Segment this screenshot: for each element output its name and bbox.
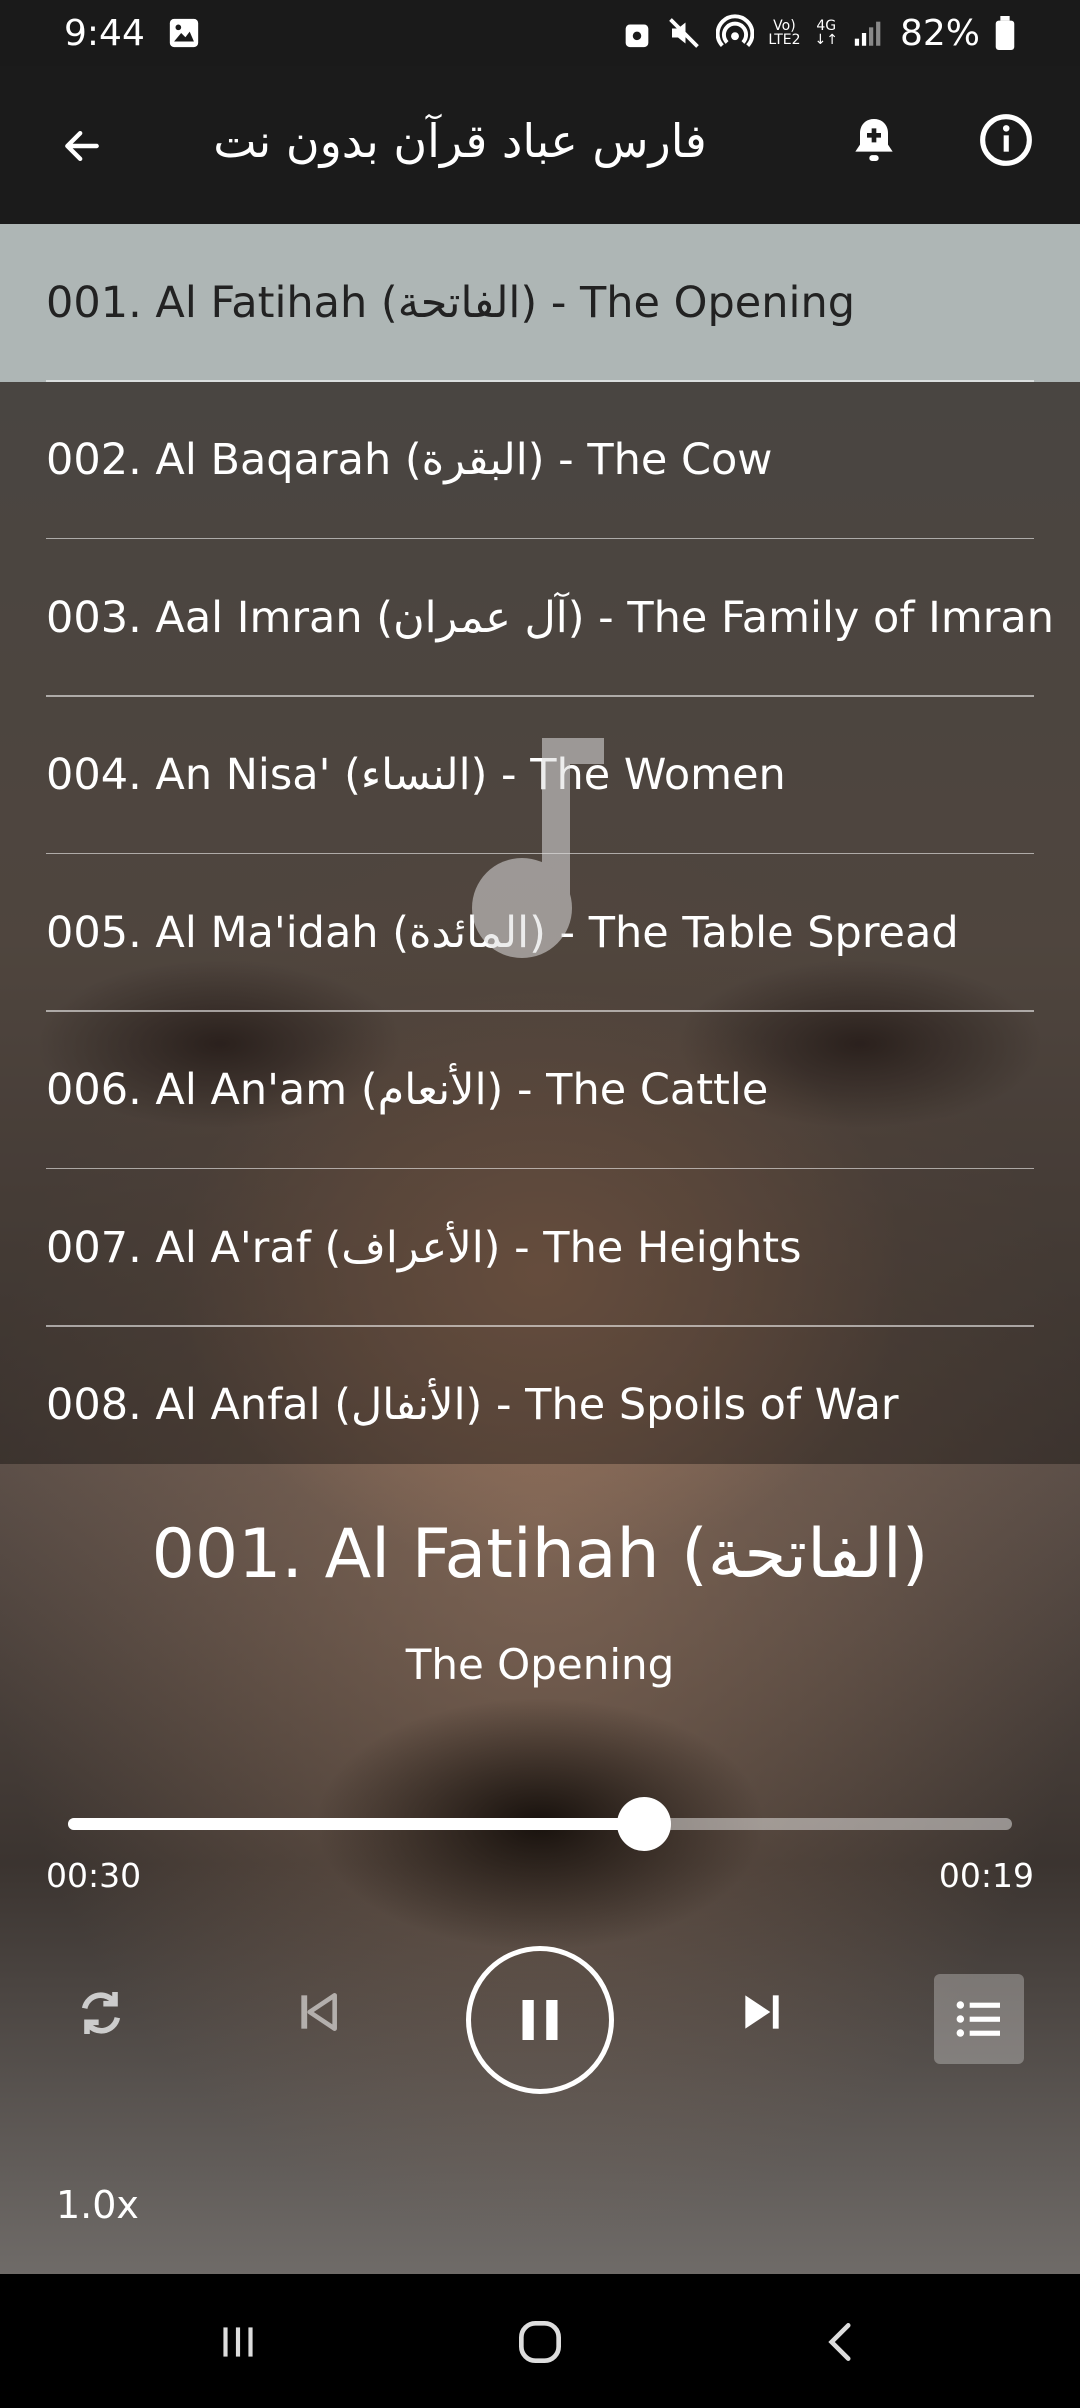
bell-plus-icon (855, 119, 893, 161)
track-label: 006. Al An'am (الأنعام) - The Cattle (46, 1065, 769, 1116)
battery-percent: 82% (899, 12, 980, 54)
signal-icon (852, 18, 886, 48)
battery-icon (994, 16, 1016, 50)
arrow-left-icon (65, 130, 99, 162)
track-item[interactable]: 001. Al Fatihah (الفاتحة) - The Opening (0, 224, 1080, 382)
back-button[interactable] (50, 114, 114, 178)
playback-speed-button[interactable]: 1.0x (56, 2183, 139, 2227)
track-label: 008. Al Anfal (الأنفال) - The Spoils of … (46, 1380, 899, 1431)
repeat-button[interactable] (66, 1978, 136, 2048)
skip-next-icon (745, 1995, 779, 2029)
info-icon (980, 114, 1032, 166)
track-item[interactable]: 003. Aal Imran (آل عمران) - The Family o… (0, 539, 1080, 697)
remaining-time: 00:19 (938, 1856, 1034, 1895)
list-icon (956, 2001, 1000, 2037)
track-item[interactable]: 006. Al An'am (الأنعام) - The Cattle (0, 1012, 1080, 1169)
page-title: فارس عباد قرآن بدون نت (213, 114, 707, 168)
recent-apps-button[interactable] (198, 2312, 278, 2372)
info-button[interactable] (978, 112, 1042, 176)
hotspot-icon (716, 14, 755, 52)
home-button[interactable] (500, 2312, 580, 2372)
volte-indicator: Vo) LTE2 (768, 19, 800, 47)
track-label: 003. Aal Imran (آل عمران) - The Family o… (46, 592, 1054, 643)
track-item[interactable]: 005. Al Ma'idah (المائدة) - The Table Sp… (0, 854, 1080, 1012)
seek-thumb[interactable] (616, 1797, 671, 1851)
playlist-button[interactable] (934, 1974, 1024, 2064)
chevron-left-icon (828, 2323, 851, 2361)
notification-button[interactable] (846, 112, 910, 176)
track-item[interactable]: 007. Al A'raf (الأعراف) - The Heights (0, 1169, 1080, 1327)
nav-back-button[interactable] (802, 2312, 882, 2372)
track-label: 004. An Nisa' (النساء) - The Women (46, 750, 786, 801)
recent-apps-icon (223, 2327, 253, 2357)
track-label: 001. Al Fatihah (الفاتحة) - The Opening (46, 277, 855, 328)
seek-progress (68, 1818, 644, 1830)
elapsed-time: 00:30 (46, 1856, 142, 1895)
gallery-icon (167, 16, 201, 50)
track-label: 007. Al A'raf (الأعراف) - The Heights (46, 1222, 802, 1273)
pause-icon (522, 2000, 558, 2040)
data-4g-indicator: 4G ↓↑ (814, 18, 838, 48)
app-bar: فارس عباد قرآن بدون نت (0, 66, 1080, 224)
status-time: 9:44 (64, 12, 145, 54)
system-nav-bar (0, 2274, 1080, 2408)
next-button[interactable] (730, 1980, 794, 2044)
track-item[interactable]: 004. An Nisa' (النساء) - The Women (0, 697, 1080, 854)
track-item[interactable]: 008. Al Anfal (الأنفال) - The Spoils of … (0, 1327, 1080, 1485)
track-item[interactable]: 002. Al Baqarah (البقرة) - The Cow (0, 382, 1080, 539)
previous-button[interactable] (286, 1980, 350, 2044)
pause-button[interactable] (466, 1946, 614, 2094)
track-label: 005. Al Ma'idah (المائدة) - The Table Sp… (46, 907, 959, 958)
repeat-icon (81, 1992, 121, 2034)
mute-icon (666, 15, 702, 51)
now-playing-subtitle: The Opening (405, 1640, 675, 1689)
skip-previous-icon (301, 1993, 337, 2031)
seek-bar[interactable] (68, 1797, 1012, 1851)
home-icon (519, 2321, 561, 2363)
track-label: 002. Al Baqarah (البقرة) - The Cow (46, 435, 773, 486)
status-bar: 9:44 Vo) LTE2 4G ↓↑ 82% (0, 0, 1080, 66)
track-list: 001. Al Fatihah (الفاتحة) - The Opening … (0, 224, 1080, 1464)
now-playing-title: 001. Al Fatihah (الفاتحة) (151, 1515, 929, 1594)
4g-label: 4G (816, 18, 837, 34)
lte-label: LTE2 (768, 32, 801, 48)
lock-home-icon (622, 16, 652, 50)
